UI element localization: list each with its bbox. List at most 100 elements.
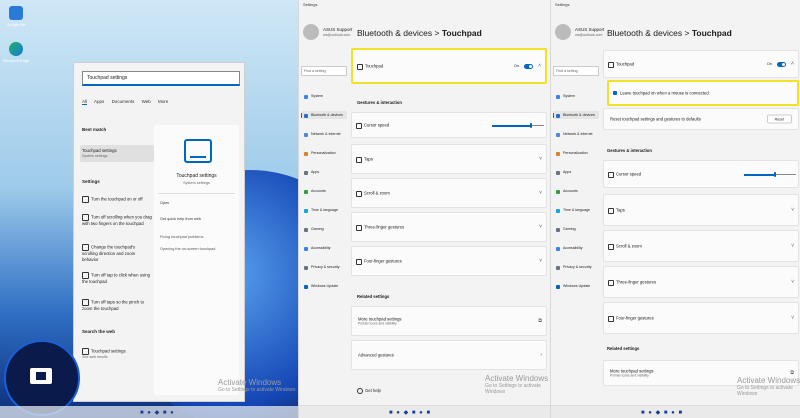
nav-icon [304, 265, 308, 270]
slider-thumb[interactable] [774, 171, 777, 177]
search-input[interactable]: Touchpad settings [82, 71, 240, 86]
cursor-speed-label: Cursor speed [364, 122, 390, 128]
touchpad-label: Touchpad [365, 63, 384, 69]
sidebar-item-windows-update[interactable]: Windows Update [301, 282, 347, 290]
sidebar-item-gaming[interactable]: Gaming [553, 225, 599, 233]
sidebar-item-time-language[interactable]: Time & language [301, 206, 347, 214]
chevron-down-icon: ˅ [791, 315, 794, 321]
sidebar-item-windows-update[interactable]: Windows Update [553, 282, 599, 290]
settings-result[interactable]: Turn off scrolling when you drag with tw… [80, 211, 154, 230]
sidebar-item-accounts[interactable]: Accounts [301, 187, 347, 195]
result-title: Touchpad settings [82, 148, 117, 153]
row-label: Advanced gestures [358, 352, 394, 358]
sidebar-item-gaming[interactable]: Gaming [301, 225, 347, 233]
related-heading: Related settings [607, 346, 640, 351]
leave-on-label: Leave touchpad on when a mouse is connec… [620, 90, 709, 96]
chevron-up-icon[interactable]: ˄ [538, 63, 541, 69]
sidebar-item-network-internet[interactable]: Network & internet [553, 130, 599, 138]
reset-label: Reset touchpad settings and gestures to … [610, 116, 701, 122]
settings-result[interactable]: Change the touchpad's scrolling directio… [80, 241, 154, 265]
touchpad-toggle[interactable] [524, 63, 533, 69]
taps-row[interactable]: Taps ˅ [351, 144, 547, 174]
settings-result[interactable]: Turn off tap to click when using the tou… [80, 269, 154, 288]
open-link[interactable]: Open [160, 201, 169, 205]
advanced-gestures-row[interactable]: Advanced gestures › [351, 340, 547, 370]
sidebar-item-accessibility[interactable]: Accessibility [553, 244, 599, 252]
find-setting-input[interactable]: Find a setting [553, 66, 599, 76]
taps-row[interactable]: Taps ˅ [603, 194, 799, 226]
sidebar-item-apps[interactable]: Apps [301, 168, 347, 176]
settings-result[interactable]: Turn the touchpad on or off [80, 193, 154, 206]
filter-apps[interactable]: Apps [94, 99, 104, 104]
sidebar-item-accounts[interactable]: Accounts [553, 187, 599, 195]
breadcrumb-parent[interactable]: Bluetooth & devices [357, 28, 432, 38]
more-touchpad-settings-row[interactable]: More touchpad settings Pointer icons and … [351, 306, 547, 336]
sidebar-item-system[interactable]: System [301, 92, 347, 100]
sidebar-item-label: Apps [563, 170, 572, 174]
four-finger-row[interactable]: Four-finger gestures ˅ [351, 246, 547, 276]
sidebar-item-label: Accessibility [563, 246, 583, 250]
avatar[interactable] [555, 24, 571, 40]
taskbar-icons[interactable]: ■ ● ◆ ■ ● [140, 409, 175, 416]
breadcrumb: Bluetooth & devices > Touchpad [607, 28, 732, 38]
touchpad-toggle[interactable] [777, 61, 786, 67]
sidebar-item-personalization[interactable]: Personalization [301, 149, 347, 157]
filter-more[interactable]: More [158, 99, 168, 104]
sidebar-item-time-language[interactable]: Time & language [553, 206, 599, 214]
three-finger-row[interactable]: Three-finger gestures ˅ [603, 266, 799, 298]
breadcrumb-parent[interactable]: Bluetooth & devices [607, 28, 682, 38]
sidebar-item-accessibility[interactable]: Accessibility [301, 244, 347, 252]
web-result[interactable]: Touchpad settings See web results [80, 345, 154, 364]
reset-button[interactable]: Reset [766, 114, 792, 124]
divider [158, 193, 235, 194]
three-finger-row[interactable]: Three-finger gestures ˅ [351, 212, 547, 242]
leave-on-with-mouse-card[interactable]: Leave touchpad on when a mouse is connec… [607, 80, 799, 106]
filter-all[interactable]: All [82, 99, 88, 105]
scroll-zoom-row[interactable]: Scroll & zoom ˅ [351, 178, 547, 208]
scroll-zoom-row[interactable]: Scroll & zoom ˅ [603, 230, 799, 262]
window-title: Settings [555, 2, 570, 7]
nav-icon [304, 284, 308, 289]
sidebar-item-label: Time & language [311, 208, 339, 212]
taskbar: ■ ● ◆ ■ ● [0, 406, 298, 418]
gestures-heading: Gestures & interaction [607, 148, 652, 153]
slider-thumb[interactable] [530, 122, 532, 128]
settings-result[interactable]: Turn off taps so the pinch to zoom the t… [80, 296, 154, 315]
help-link[interactable]: Opening the on-screen touchpad [160, 247, 215, 251]
settings-icon [82, 214, 89, 221]
touchpad-toggle-card[interactable]: Touchpad On ˄ [351, 48, 547, 84]
avatar[interactable] [303, 24, 319, 40]
four-finger-row[interactable]: Four-finger gestures ˅ [603, 302, 799, 334]
best-match-result[interactable]: Touchpad settings System settings [80, 145, 154, 162]
settings-icon [82, 244, 89, 251]
filter-documents[interactable]: Documents [112, 99, 135, 104]
touchpad-toggle-card[interactable]: Touchpad On ˄ [603, 50, 799, 78]
sidebar-item-system[interactable]: System [553, 92, 599, 100]
sidebar-item-label: Time & language [563, 208, 591, 212]
row-label: Taps [616, 207, 625, 213]
sidebar-item-network-internet[interactable]: Network & internet [301, 130, 347, 138]
watermark-sub: Go to Settings to activate Windows [218, 387, 296, 393]
help-link[interactable]: Fixing touchpad problems [160, 235, 203, 239]
sidebar-item-apps[interactable]: Apps [553, 168, 599, 176]
taskbar-icons[interactable]: ■ ● ◆ ■ ● ■ [641, 409, 683, 416]
desktop-icon-edge[interactable]: Microsoft Edge [1, 42, 31, 63]
checkbox[interactable] [613, 91, 617, 95]
chevron-up-icon[interactable]: ˄ [791, 61, 794, 67]
filter-web[interactable]: Web [142, 99, 151, 104]
find-setting-input[interactable]: Find a setting [301, 66, 347, 76]
settings-icon [82, 272, 89, 279]
search-filters: All Apps Documents Web More [82, 99, 174, 105]
sidebar-item-personalization[interactable]: Personalization [553, 149, 599, 157]
desktop-icon-google[interactable]: Google Me [1, 6, 31, 27]
sidebar-item-label: Personalization [563, 151, 588, 155]
search-icon [82, 348, 89, 355]
sidebar-item-bluetooth-devices[interactable]: Bluetooth & devices [553, 111, 599, 119]
sidebar-item-bluetooth-devices[interactable]: Bluetooth & devices [301, 111, 347, 119]
nav-icon [556, 265, 560, 270]
sidebar-item-privacy-security[interactable]: Privacy & security [553, 263, 599, 271]
taskbar-icons[interactable]: ■ ● ◆ ■ ● ■ [389, 409, 431, 416]
help-heading: Get quick help from web [160, 217, 201, 221]
get-help-link[interactable]: Get help [357, 388, 381, 394]
sidebar-item-privacy-security[interactable]: Privacy & security [301, 263, 347, 271]
